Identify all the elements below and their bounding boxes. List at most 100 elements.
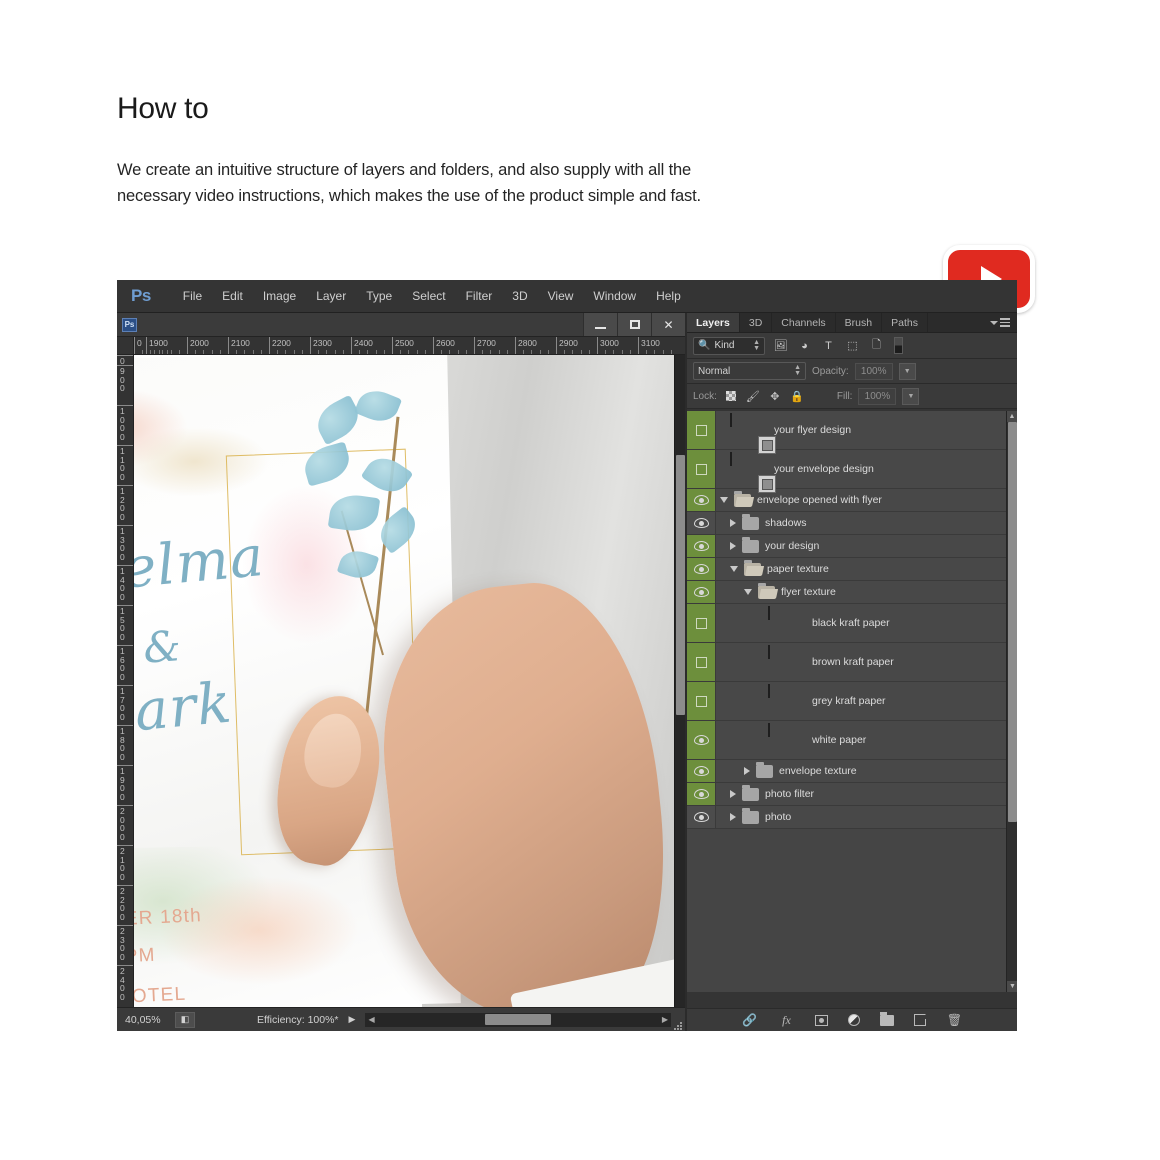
layer-row-body[interactable]: paper texture — [716, 558, 1017, 580]
disclosure-closed-icon[interactable] — [730, 519, 736, 527]
menu-item-type[interactable]: Type — [356, 285, 402, 307]
pixel-layer-filter-icon[interactable]: 🖼 — [772, 338, 789, 354]
menu-item-edit[interactable]: Edit — [212, 285, 253, 307]
layer-visibility-toggle[interactable] — [687, 643, 716, 681]
new-layer-icon[interactable] — [914, 1014, 926, 1026]
vertical-ruler[interactable]: 0900 1000 1100 1200 1300 1400 1500 1600 1700 1800… — [117, 355, 134, 1007]
disclosure-closed-icon[interactable] — [730, 813, 736, 821]
layer-row[interactable]: grey kraft paper — [687, 682, 1017, 721]
disclosure-open-icon[interactable] — [744, 589, 752, 595]
scroll-up-arrow-icon[interactable]: ▲ — [1007, 411, 1017, 422]
zoom-level[interactable]: 40,05% — [117, 1014, 175, 1026]
layer-row-body[interactable]: flyer texture — [716, 581, 1017, 603]
tab-brush[interactable]: Brush — [836, 313, 883, 332]
layer-visibility-toggle[interactable] — [687, 411, 716, 449]
status-menu-arrow-icon[interactable]: ▶ — [349, 1014, 356, 1025]
layer-row[interactable]: your envelope design — [687, 450, 1017, 493]
layer-thumbnail[interactable] — [730, 452, 732, 466]
layer-row[interactable]: black kraft paper — [687, 604, 1017, 643]
layer-visibility-toggle[interactable] — [687, 760, 716, 782]
adjustment-layer-icon[interactable] — [848, 1014, 860, 1026]
menu-item-window[interactable]: Window — [583, 285, 646, 307]
disclosure-open-icon[interactable] — [720, 497, 728, 503]
disclosure-closed-icon[interactable] — [730, 790, 736, 798]
tab-channels[interactable]: Channels — [772, 313, 836, 332]
tab-paths[interactable]: Paths — [882, 313, 928, 332]
lock-all-icon[interactable]: 🔒 — [789, 389, 805, 404]
panel-menu-button[interactable] — [983, 313, 1017, 332]
opacity-dropdown-icon[interactable]: ▼ — [898, 362, 916, 380]
layer-thumbnail[interactable] — [730, 413, 732, 427]
layer-row[interactable]: brown kraft paper — [687, 643, 1017, 682]
menu-item-select[interactable]: Select — [402, 285, 455, 307]
layer-row[interactable]: flyer texture — [687, 581, 1017, 604]
layer-row[interactable]: photo filter — [687, 783, 1017, 806]
layers-scrollbar[interactable]: ▲ ▼ — [1006, 411, 1017, 992]
layer-style-fx-icon[interactable]: fx — [778, 1012, 795, 1028]
layer-visibility-toggle[interactable] — [687, 512, 716, 534]
layer-row-body[interactable]: photo filter — [716, 783, 1017, 805]
menu-item-layer[interactable]: Layer — [306, 285, 356, 307]
add-layer-mask-icon[interactable] — [815, 1014, 828, 1026]
layer-row[interactable]: your flyer design — [687, 411, 1017, 454]
layer-visibility-toggle[interactable] — [687, 721, 716, 759]
close-button[interactable]: ✕ — [651, 313, 685, 336]
blend-mode-select[interactable]: Normal ▲ ▼ — [693, 362, 806, 380]
menu-item-help[interactable]: Help — [646, 285, 691, 307]
menu-item-3d[interactable]: 3D — [502, 285, 537, 307]
layer-row[interactable]: white paper — [687, 721, 1017, 760]
opacity-value[interactable]: 100% — [854, 362, 893, 380]
menu-item-image[interactable]: Image — [253, 285, 306, 307]
lock-image-icon[interactable]: 🖌 — [745, 389, 761, 404]
layer-row[interactable]: paper texture — [687, 558, 1017, 581]
scroll-right-arrow-icon[interactable]: ▶ — [659, 1015, 671, 1024]
scroll-down-arrow-icon[interactable]: ▼ — [1007, 981, 1017, 992]
delete-layer-icon[interactable]: 🗑 — [946, 1012, 963, 1028]
layer-row[interactable]: envelope texture — [687, 760, 1017, 783]
link-layers-icon[interactable]: 🔗 — [741, 1012, 758, 1028]
layers-list[interactable]: your flyer design your envelope design env… — [687, 411, 1017, 992]
layer-visibility-toggle[interactable] — [687, 489, 716, 511]
disclosure-open-icon[interactable] — [730, 566, 738, 572]
resize-grip[interactable] — [671, 1008, 685, 1031]
layer-row-body[interactable]: grey kraft paper — [716, 682, 1017, 720]
layer-row-body[interactable]: envelope texture — [716, 760, 1017, 782]
canvas[interactable]: Selma & Mark MBER 18th 00 PM D HOTEL — [134, 355, 674, 1007]
hscroll-thumb[interactable] — [485, 1014, 552, 1025]
new-group-icon[interactable] — [880, 1012, 894, 1026]
menu-item-view[interactable]: View — [538, 285, 584, 307]
layer-thumbnail[interactable] — [768, 723, 770, 737]
layer-visibility-toggle[interactable] — [687, 806, 716, 828]
scrollbar-thumb[interactable] — [676, 455, 685, 715]
layer-row-body[interactable]: your envelope design — [716, 450, 1017, 493]
scroll-left-arrow-icon[interactable]: ◀ — [365, 1015, 377, 1024]
layer-thumbnail[interactable] — [768, 606, 770, 620]
shape-layer-filter-icon[interactable]: ⬚ — [844, 338, 861, 354]
layer-visibility-toggle[interactable] — [687, 558, 716, 580]
layer-row-body[interactable]: shadows — [716, 512, 1017, 534]
fill-dropdown-icon[interactable]: ▼ — [902, 387, 920, 405]
layer-thumbnail[interactable] — [768, 645, 770, 659]
layer-visibility-toggle[interactable] — [687, 682, 716, 720]
layer-visibility-toggle[interactable] — [687, 604, 716, 642]
canvas-horizontal-scrollbar[interactable]: ◀ ▶ — [365, 1012, 671, 1027]
smart-object-filter-icon[interactable]: 🗋 — [868, 338, 885, 354]
disclosure-closed-icon[interactable] — [730, 542, 736, 550]
minimize-button[interactable] — [583, 313, 617, 336]
layer-row-body[interactable]: your design — [716, 535, 1017, 557]
layer-row-body[interactable]: white paper — [716, 721, 1017, 759]
lock-position-icon[interactable]: ✥ — [767, 389, 783, 404]
tab-layers[interactable]: Layers — [687, 313, 740, 332]
layer-row[interactable]: shadows — [687, 512, 1017, 535]
menu-item-file[interactable]: File — [173, 285, 212, 307]
layer-visibility-toggle[interactable] — [687, 581, 716, 603]
layer-row-body[interactable]: brown kraft paper — [716, 643, 1017, 681]
disclosure-closed-icon[interactable] — [744, 767, 750, 775]
horizontal-ruler[interactable]: 0 1900 2000 2100 2200 2300 2400 2500 2600 2700 280… — [134, 337, 685, 355]
layer-row-body[interactable]: your flyer design — [716, 411, 1017, 454]
lock-transparency-icon[interactable] — [723, 389, 739, 404]
layer-visibility-toggle[interactable] — [687, 450, 716, 488]
layer-row-body[interactable]: photo — [716, 806, 1017, 828]
document-info-icon[interactable]: ◧ — [175, 1011, 195, 1028]
layers-scrollbar-thumb[interactable] — [1008, 422, 1017, 822]
